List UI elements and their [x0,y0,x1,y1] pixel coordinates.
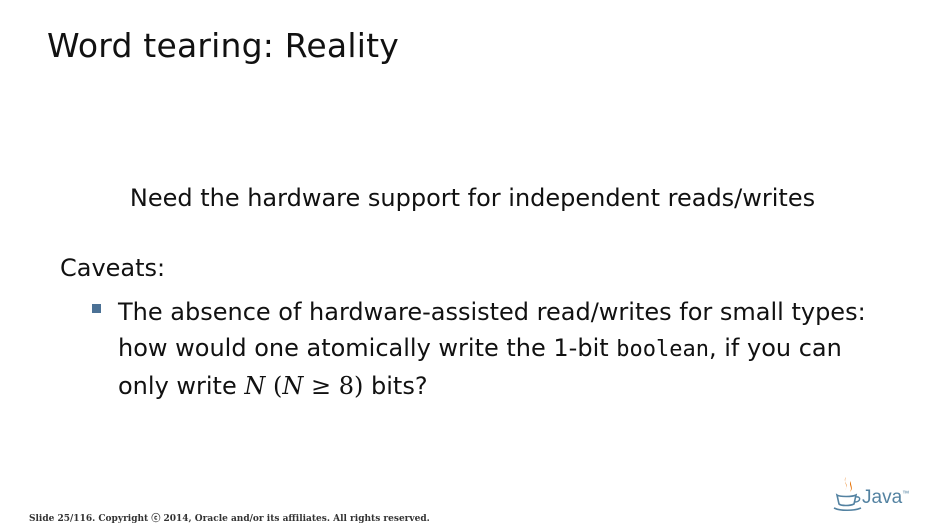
bullet-line-2-pre: how would one atomically write the 1-bit [118,334,617,362]
bullet-line-3: only write N (N ≥ 8) bits? [118,368,918,404]
java-wordmark: Java™ [862,487,909,509]
footer: Slide 25/116. Copyright ⓒ 2014, Oracle a… [29,511,430,524]
slide-title: Word tearing: Reality [47,26,399,65]
bullet-text: The absence of hardware-assisted read/wr… [118,294,918,404]
bullet-line-2-post: , if you can [709,334,842,362]
java-cup-body [835,493,858,507]
java-tm: ™ [902,490,910,498]
java-steam-icon [844,477,847,490]
java-cup-saucer [833,507,862,512]
math-close-paren: ) [354,372,364,400]
lead-statement: Need the hardware support for independen… [129,184,816,212]
math-relation: ≥ 8 [303,372,355,400]
java-steam-icon-2 [850,481,852,492]
math-var-n-2: N [282,372,304,400]
footer-copyright: Copyright ⓒ 2014, Oracle and/or its affi… [98,514,430,524]
bullet-line-3-post: bits? [363,372,428,400]
math-var-n: N [244,372,266,400]
footer-slide-number: Slide 25/116. [29,514,96,524]
bullet-line-3-pre: only write [118,372,245,400]
code-boolean: boolean [616,337,709,362]
caveats-label: Caveats: [60,254,166,282]
bullet-marker [92,304,101,313]
java-word: Java [862,487,903,508]
bullet-line-2: how would one atomically write the 1-bit… [118,330,918,368]
bullet-line-1: The absence of hardware-assisted read/wr… [118,298,866,326]
math-open-paren: ( [265,372,283,400]
